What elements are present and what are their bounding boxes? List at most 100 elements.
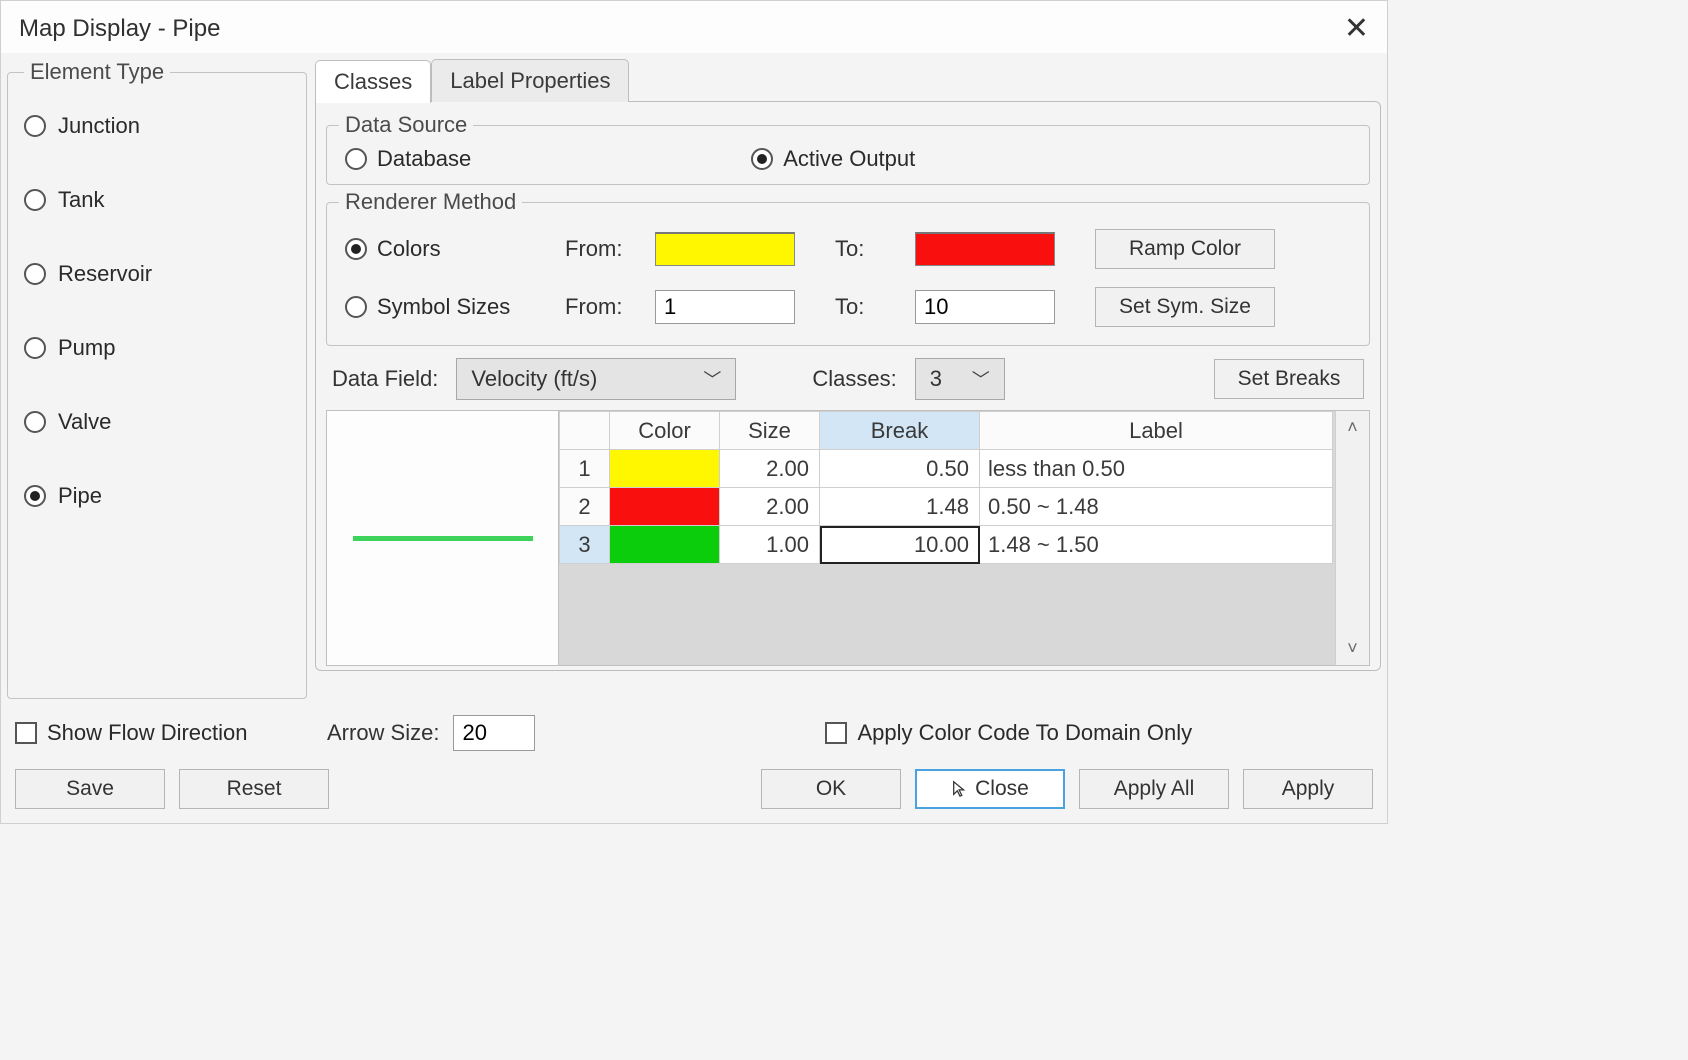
tab-label-properties[interactable]: Label Properties [431, 59, 629, 102]
chevron-down-icon: ﹀ [972, 366, 990, 392]
row-break[interactable]: 0.50 [820, 450, 980, 488]
window-title: Map Display - Pipe [19, 15, 220, 43]
button-label: Ramp Color [1129, 237, 1241, 261]
table-scrollbar[interactable]: ˄ ˅ [1335, 411, 1369, 665]
row-label[interactable]: 0.50 ~ 1.48 [980, 488, 1333, 526]
ramp-color-button[interactable]: Ramp Color [1095, 229, 1275, 269]
radio-icon [24, 189, 46, 211]
symbol-preview [326, 410, 558, 666]
button-label: OK [816, 777, 846, 801]
apply-color-domain-checkbox[interactable]: Apply Color Code To Domain Only [825, 720, 1192, 746]
data-source-group: Data Source Database Active Output [326, 112, 1370, 185]
close-button[interactable]: Close [915, 769, 1065, 809]
button-label: Close [975, 777, 1029, 801]
element-type-label: Tank [58, 187, 104, 213]
row-color[interactable] [610, 488, 720, 526]
row-break[interactable]: 1.48 [820, 488, 980, 526]
classes-count-select[interactable]: 3 ﹀ [915, 358, 1005, 400]
save-button[interactable]: Save [15, 769, 165, 809]
classes-count-value: 3 [930, 366, 942, 392]
classes-label: Classes: [812, 366, 896, 392]
element-type-label: Pump [58, 335, 115, 361]
color-swatch-icon [610, 526, 719, 563]
ok-button[interactable]: OK [761, 769, 901, 809]
tab-label: Label Properties [450, 68, 610, 93]
size-to-input[interactable] [915, 290, 1055, 324]
checkbox-label: Apply Color Code To Domain Only [857, 720, 1192, 746]
row-color[interactable] [610, 450, 720, 488]
tabs: Classes Label Properties [315, 59, 1381, 102]
col-header-size[interactable]: Size [720, 412, 820, 450]
col-header-break[interactable]: Break [820, 412, 980, 450]
table-row[interactable]: 1 2.00 0.50 less than 0.50 [560, 450, 1333, 488]
classes-panel: Data Source Database Active Output Rend [315, 101, 1381, 671]
col-header-label[interactable]: Label [980, 412, 1333, 450]
cursor-icon [951, 780, 969, 798]
data-field-label: Data Field: [332, 366, 438, 392]
radio-icon [24, 411, 46, 433]
color-from-swatch[interactable] [655, 232, 795, 266]
arrow-size-input[interactable] [453, 715, 535, 751]
table-row[interactable]: 2 2.00 1.48 0.50 ~ 1.48 [560, 488, 1333, 526]
row-break[interactable]: 10.00 [820, 526, 980, 564]
apply-all-button[interactable]: Apply All [1079, 769, 1229, 809]
preview-line-icon [353, 536, 533, 541]
element-type-valve[interactable]: Valve [24, 409, 290, 435]
from-label: From: [565, 294, 655, 320]
size-from-input[interactable] [655, 290, 795, 324]
element-type-label: Junction [58, 113, 140, 139]
renderer-colors[interactable]: Colors [345, 236, 565, 262]
tab-label: Classes [334, 69, 412, 94]
button-label: Reset [227, 777, 282, 801]
data-source-label: Active Output [783, 146, 915, 172]
map-display-window: Map Display - Pipe ✕ Element Type Juncti… [0, 0, 1388, 824]
show-flow-direction-checkbox[interactable]: Show Flow Direction [15, 720, 327, 746]
row-size[interactable]: 1.00 [720, 526, 820, 564]
to-label: To: [835, 236, 915, 262]
element-type-group: Element Type Junction Tank Reservoir Pum… [7, 59, 307, 699]
row-index[interactable]: 3 [560, 526, 610, 564]
reset-button[interactable]: Reset [179, 769, 329, 809]
scroll-down-icon[interactable]: ˅ [1347, 638, 1358, 659]
element-type-junction[interactable]: Junction [24, 113, 290, 139]
element-type-tank[interactable]: Tank [24, 187, 290, 213]
row-size[interactable]: 2.00 [720, 450, 820, 488]
radio-icon [24, 485, 46, 507]
color-swatch-icon [610, 488, 719, 525]
data-source-label: Database [377, 146, 471, 172]
element-type-pump[interactable]: Pump [24, 335, 290, 361]
data-source-active-output[interactable]: Active Output [751, 146, 915, 172]
row-index[interactable]: 1 [560, 450, 610, 488]
renderer-label: Colors [377, 236, 441, 262]
row-color[interactable] [610, 526, 720, 564]
element-type-legend: Element Type [24, 59, 170, 85]
data-source-database[interactable]: Database [345, 146, 471, 172]
set-sym-size-button[interactable]: Set Sym. Size [1095, 287, 1275, 327]
renderer-symbol-sizes[interactable]: Symbol Sizes [345, 294, 565, 320]
row-label[interactable]: 1.48 ~ 1.50 [980, 526, 1333, 564]
row-size[interactable]: 2.00 [720, 488, 820, 526]
radio-icon [345, 296, 367, 318]
element-type-pipe[interactable]: Pipe [24, 483, 290, 509]
to-label: To: [835, 294, 915, 320]
set-breaks-button[interactable]: Set Breaks [1214, 359, 1364, 399]
element-type-reservoir[interactable]: Reservoir [24, 261, 290, 287]
radio-icon [345, 238, 367, 260]
col-header-color[interactable]: Color [610, 412, 720, 450]
table-row[interactable]: 3 1.00 10.00 1.48 ~ 1.50 [560, 526, 1333, 564]
renderer-legend: Renderer Method [339, 189, 522, 215]
button-label: Apply All [1114, 777, 1195, 801]
row-label[interactable]: less than 0.50 [980, 450, 1333, 488]
data-field-select[interactable]: Velocity (ft/s) ﹀ [456, 358, 736, 400]
row-index[interactable]: 2 [560, 488, 610, 526]
scroll-up-icon[interactable]: ˄ [1347, 417, 1358, 438]
color-to-swatch[interactable] [915, 232, 1055, 266]
class-table[interactable]: Color Size Break Label 1 2. [558, 410, 1370, 666]
tab-classes[interactable]: Classes [315, 60, 431, 103]
apply-button[interactable]: Apply [1243, 769, 1373, 809]
button-label: Save [66, 777, 114, 801]
close-icon[interactable]: ✕ [1344, 14, 1369, 44]
element-type-label: Reservoir [58, 261, 152, 287]
table-corner[interactable] [560, 412, 610, 450]
radio-icon [24, 337, 46, 359]
